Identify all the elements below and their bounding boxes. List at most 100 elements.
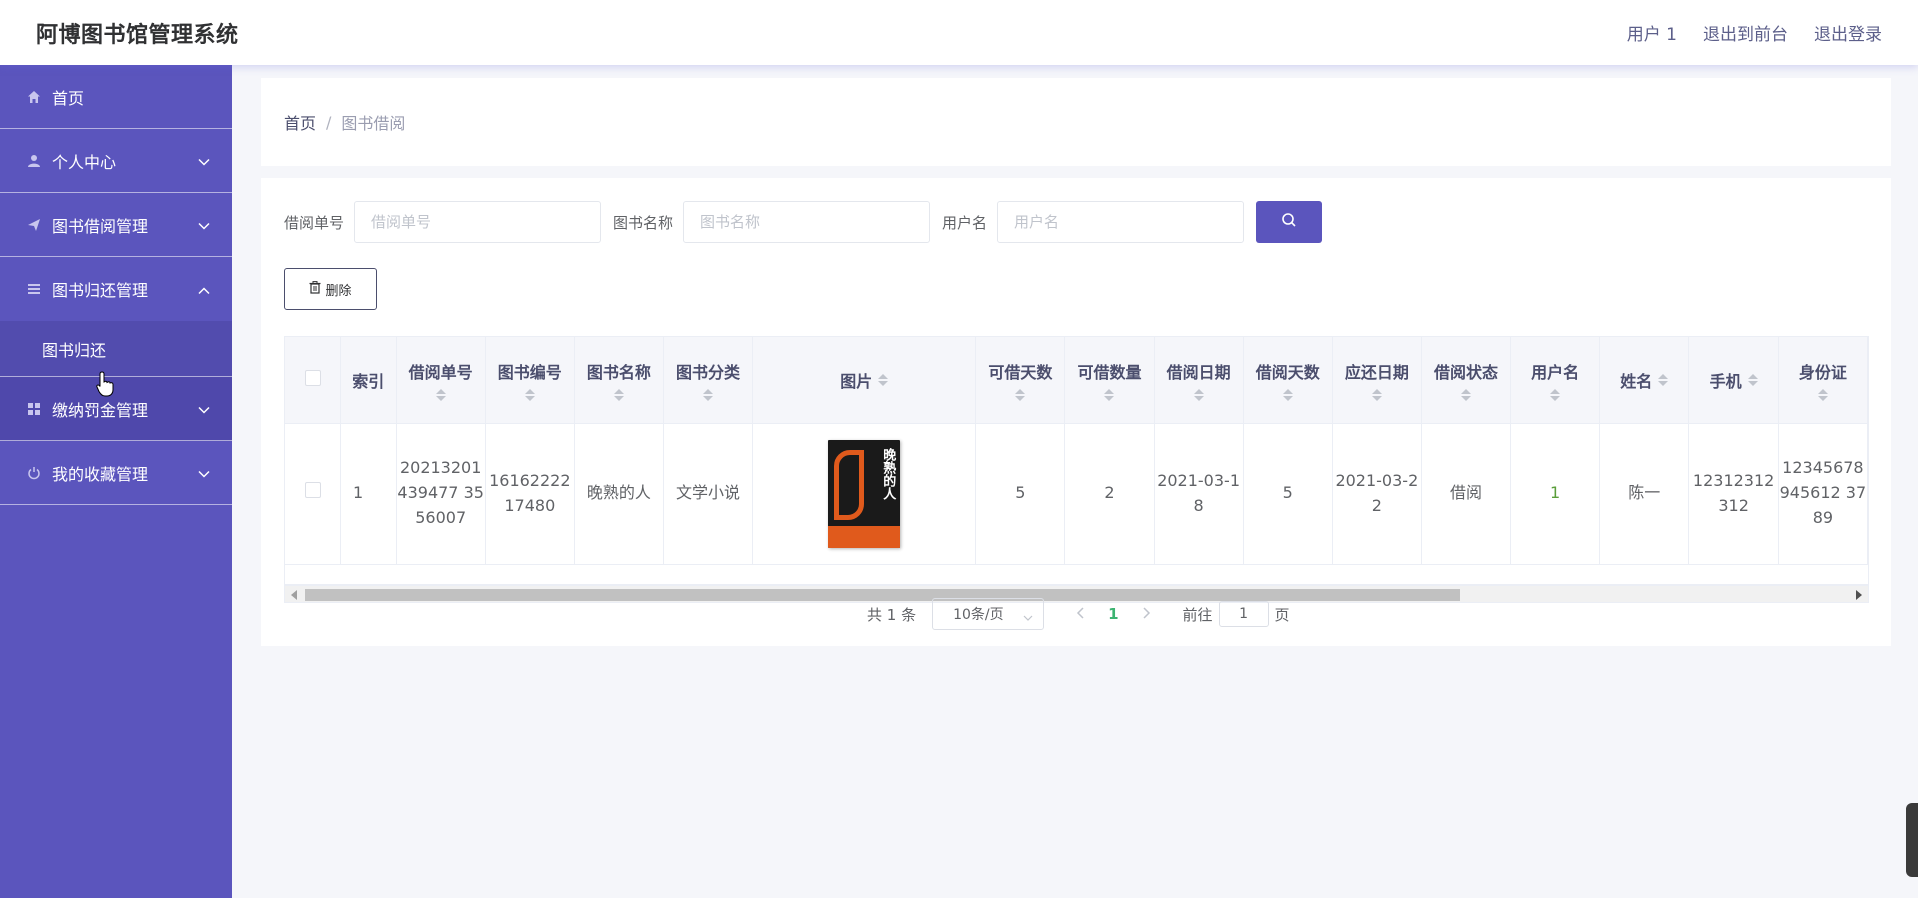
chevron-down-icon bbox=[198, 215, 210, 234]
trash-icon bbox=[309, 280, 321, 298]
sidebar-item-label: 图书借阅管理 bbox=[52, 216, 149, 236]
column-header[interactable]: 图书名称 bbox=[574, 337, 664, 424]
column-header[interactable]: 图书分类 bbox=[663, 337, 754, 424]
column-header[interactable]: 可借数量 bbox=[1064, 337, 1155, 424]
breadcrumb-separator: / bbox=[326, 112, 332, 132]
sort-icon[interactable] bbox=[1193, 388, 1204, 401]
column-header[interactable]: 应还日期 bbox=[1332, 337, 1422, 424]
sort-icon[interactable] bbox=[1747, 373, 1758, 386]
power-icon bbox=[26, 465, 42, 481]
chevron-down-icon bbox=[1023, 609, 1033, 625]
cell-image: 晚熟的人 bbox=[752, 423, 977, 565]
chevron-down-icon bbox=[198, 463, 210, 482]
sort-icon[interactable] bbox=[1015, 388, 1026, 401]
sort-icon[interactable] bbox=[703, 388, 714, 401]
cell-category: 文学小说 bbox=[663, 423, 754, 565]
exit-to-front-link[interactable]: 退出到前台 bbox=[1703, 20, 1788, 45]
search-button[interactable] bbox=[1256, 201, 1323, 243]
breadcrumb-current: 图书借阅 bbox=[341, 114, 406, 133]
column-header[interactable]: 借阅单号 bbox=[396, 337, 486, 424]
column-header[interactable]: 用户名 bbox=[1510, 337, 1601, 424]
page-number-current[interactable]: 1 bbox=[1108, 605, 1118, 623]
sort-icon[interactable] bbox=[878, 373, 889, 386]
sidebar-item-label: 图书归还管理 bbox=[52, 281, 149, 300]
cell-status: 借阅 bbox=[1421, 423, 1512, 565]
scroll-left-icon[interactable] bbox=[291, 590, 297, 600]
sidebar-item-label: 缴纳罚金管理 bbox=[52, 400, 149, 420]
order-no-label: 借阅单号 bbox=[284, 213, 345, 232]
hand-cursor-icon bbox=[96, 371, 116, 397]
column-header[interactable]: 借阅状态 bbox=[1421, 337, 1512, 424]
logout-link[interactable]: 退出登录 bbox=[1814, 20, 1882, 45]
total-count: 共 1 条 bbox=[867, 605, 917, 624]
sidebar-item-label: 个人中心 bbox=[52, 152, 117, 172]
column-header[interactable]: 身份证 bbox=[1778, 337, 1868, 424]
send-icon bbox=[26, 217, 42, 233]
column-header[interactable]: 可借天数 bbox=[975, 337, 1066, 424]
delete-button[interactable]: 删除 bbox=[284, 268, 377, 310]
sidebar-item-label: 首页 bbox=[52, 88, 85, 108]
username-input[interactable] bbox=[997, 201, 1245, 243]
app-title: 阿博图书馆管理系统 bbox=[36, 22, 239, 48]
sort-icon[interactable] bbox=[1282, 388, 1293, 401]
order-no-input[interactable] bbox=[354, 201, 602, 243]
column-header[interactable]: 图片 bbox=[752, 337, 977, 424]
book-name-input[interactable] bbox=[683, 201, 931, 243]
data-table: 索引 借阅单号 图书编号 图书名称 图书分类 图片 可借天数 可借数量 借阅日期… bbox=[284, 336, 1869, 585]
sidebar-subitem-book-return[interactable]: 图书归还 bbox=[0, 321, 232, 377]
pagination: 共 1 条 10条/页 1 前往 1 页 bbox=[867, 598, 1290, 630]
goto-label: 前往 bbox=[1182, 605, 1213, 624]
cell-available-qty: 2 bbox=[1064, 423, 1155, 565]
sort-icon[interactable] bbox=[1371, 388, 1382, 401]
sidebar-item-borrow-management[interactable]: 图书借阅管理 bbox=[0, 193, 232, 257]
table-header-row: 索引 借阅单号 图书编号 图书名称 图书分类 图片 可借天数 可借数量 借阅日期… bbox=[285, 337, 1868, 424]
book-name-label: 图书名称 bbox=[613, 213, 674, 232]
sidebar-item-label: 我的收藏管理 bbox=[52, 464, 149, 484]
cell-borrow-days: 5 bbox=[1243, 423, 1333, 565]
cell-phone: 12312312312 bbox=[1688, 423, 1779, 565]
column-header[interactable]: 姓名 bbox=[1599, 337, 1690, 424]
column-header[interactable]: 借阅天数 bbox=[1243, 337, 1333, 424]
sidebar-item-return-management[interactable]: 图书归还管理 bbox=[0, 257, 232, 321]
sidebar-item-fine-management[interactable]: 缴纳罚金管理 bbox=[0, 377, 232, 441]
username-label: 用户名 bbox=[942, 213, 988, 232]
sidebar-item-personal-center[interactable]: 个人中心 bbox=[0, 129, 232, 193]
user-icon bbox=[26, 153, 42, 169]
cell-book-no: 1616222217480 bbox=[485, 423, 575, 565]
sort-icon[interactable] bbox=[1460, 388, 1471, 401]
sort-icon[interactable] bbox=[1658, 373, 1669, 386]
row-checkbox[interactable] bbox=[304, 482, 321, 499]
grid-icon bbox=[26, 401, 42, 417]
breadcrumb: 首页 / 图书借阅 bbox=[261, 78, 1891, 166]
goto-suffix: 页 bbox=[1274, 605, 1290, 624]
menu-icon bbox=[26, 281, 42, 297]
prev-page-button[interactable] bbox=[1076, 605, 1084, 623]
goto-page-input[interactable]: 1 bbox=[1218, 601, 1269, 627]
book-cover-image[interactable]: 晚熟的人 bbox=[828, 439, 901, 548]
sidebar-item-favorites-management[interactable]: 我的收藏管理 bbox=[0, 441, 232, 505]
sidebar: 首页 个人中心 图书借阅管理 图书归还管理 图书归还 缴纳罚金管理 我的收藏管理 bbox=[0, 65, 232, 898]
cell-name: 陈一 bbox=[1599, 423, 1690, 565]
next-page-button[interactable] bbox=[1143, 605, 1151, 623]
cell-order-no: 20213201439477 3556007 bbox=[396, 423, 486, 565]
user-menu[interactable]: 用户 1 bbox=[1627, 20, 1677, 45]
table-row[interactable]: 1 20213201439477 3556007 1616222217480 晚… bbox=[285, 423, 1868, 565]
cell-book-name: 晚熟的人 bbox=[574, 423, 664, 565]
sort-icon[interactable] bbox=[524, 388, 535, 401]
sort-icon[interactable] bbox=[1817, 388, 1828, 401]
scroll-right-icon[interactable] bbox=[1856, 590, 1862, 600]
sort-icon[interactable] bbox=[1550, 388, 1561, 401]
sort-icon[interactable] bbox=[1104, 388, 1115, 401]
column-header[interactable]: 图书编号 bbox=[485, 337, 575, 424]
sort-icon[interactable] bbox=[613, 388, 624, 401]
select-all-checkbox[interactable] bbox=[304, 369, 321, 386]
top-actions: 用户 1 退出到前台 退出登录 bbox=[1627, 20, 1882, 45]
column-header[interactable]: 借阅日期 bbox=[1154, 337, 1244, 424]
sort-icon[interactable] bbox=[435, 388, 446, 401]
floating-side-widget[interactable] bbox=[1906, 803, 1918, 877]
page-size-select[interactable]: 10条/页 bbox=[932, 598, 1045, 630]
breadcrumb-home[interactable]: 首页 bbox=[284, 110, 316, 134]
sidebar-item-home[interactable]: 首页 bbox=[0, 65, 232, 129]
column-header: 索引 bbox=[340, 337, 397, 424]
column-header[interactable]: 手机 bbox=[1688, 337, 1779, 424]
